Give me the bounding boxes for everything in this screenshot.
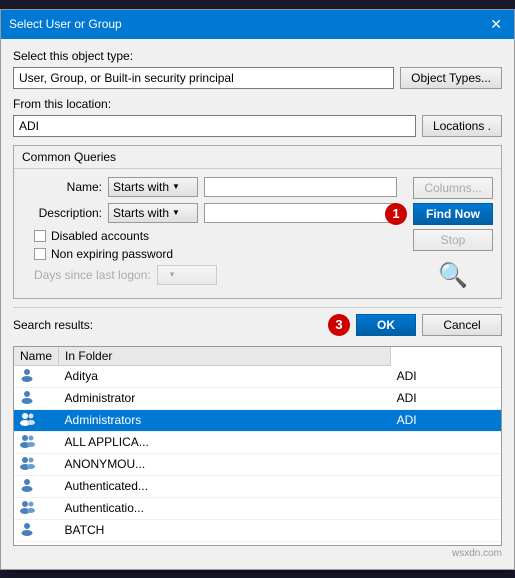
row-folder [391,431,501,453]
non-expiring-label: Non expiring password [51,247,173,261]
col-header-name: Name [14,347,59,366]
group-icon [14,453,59,475]
stop-button[interactable]: Stop [413,229,493,251]
table-row[interactable]: ANONYMOU... [14,453,501,475]
desc-dropdown-arrow: ▼ [172,208,180,217]
key-icon: 🔍 [413,261,493,290]
row-folder: ADI [391,365,501,387]
object-type-input[interactable] [13,67,394,89]
non-expiring-checkbox[interactable] [34,248,46,260]
columns-button[interactable]: Columns... [413,177,493,199]
step3-badge: 3 [328,314,350,336]
desc-starts-with-select[interactable]: Starts with ▼ [108,203,198,223]
cancel-button[interactable]: Cancel [422,314,502,336]
row-folder [391,519,501,541]
common-queries-tab[interactable]: Common Queries [14,146,501,169]
table-row[interactable]: AdministratorsADI2 [14,409,501,431]
table-row[interactable]: CONSOLE L... [14,541,501,546]
non-expiring-row: Non expiring password [34,247,397,261]
disabled-accounts-label: Disabled accounts [51,229,149,243]
row-folder [391,453,501,475]
user-icon [14,387,59,409]
row-name: ALL APPLICA... [59,431,391,453]
description-row: Description: Starts with ▼ [22,203,397,223]
dialog-title: Select User or Group [9,17,122,31]
row-name: Administrator [59,387,391,409]
search-results-label: Search results: [13,318,350,332]
left-area: Name: Starts with ▼ Description: Starts [22,177,397,290]
description-input[interactable] [204,203,397,223]
group-icon [14,409,59,431]
row-folder [391,475,501,497]
select-user-group-dialog: Select User or Group ✕ Select this objec… [0,9,515,570]
location-row: Locations . [13,115,502,137]
name-label: Name: [22,180,102,194]
user-icon [14,519,59,541]
name-input[interactable] [204,177,397,197]
group-icon [14,497,59,519]
days-since-logon-row: Days since last logon: ▼ [34,265,397,285]
location-label: From this location: [13,97,502,111]
close-button[interactable]: ✕ [486,16,506,33]
object-types-button[interactable]: Object Types... [400,67,502,89]
ok-container: 3 OK [356,314,416,336]
user-icon [14,365,59,387]
object-type-label: Select this object type: [13,49,502,63]
row-folder [391,497,501,519]
search-results-bar: Search results: 3 OK Cancel [13,307,502,342]
row-name: Aditya [59,365,391,387]
ok-button[interactable]: OK [356,314,416,336]
row-folder: ADI2 [391,409,501,431]
location-input[interactable] [13,115,416,137]
table-row[interactable]: AdityaADI [14,365,501,387]
days-select[interactable]: ▼ [157,265,217,285]
name-starts-with-select[interactable]: Starts with ▼ [108,177,198,197]
results-table-wrapper: Name In Folder AdityaADI AdministratorAD… [13,346,502,546]
right-buttons: Columns... 1 Find Now Stop 🔍 [413,177,493,290]
common-queries-tab-label: Common Queries [22,150,116,164]
dialog-body: Select this object type: Object Types...… [1,39,514,569]
table-row[interactable]: Authenticatio... [14,497,501,519]
disabled-accounts-checkbox[interactable] [34,230,46,242]
row-folder [391,541,501,546]
user-icon [14,541,59,546]
table-row[interactable]: BATCH [14,519,501,541]
step1-badge: 1 [385,203,407,225]
group-icon [14,431,59,453]
row-name: Administrators [59,409,391,431]
name-row: Name: Starts with ▼ [22,177,397,197]
days-since-logon-label: Days since last logon: [34,268,151,282]
user-icon [14,475,59,497]
find-now-container: 1 Find Now [413,203,493,225]
col-header-folder: In Folder [59,347,391,366]
common-queries-content: Name: Starts with ▼ Description: Starts [14,169,501,298]
title-bar: Select User or Group ✕ [1,10,514,39]
name-dropdown-arrow: ▼ [172,182,180,191]
results-table: Name In Folder AdityaADI AdministratorAD… [14,347,501,546]
row-name: Authenticated... [59,475,391,497]
table-row[interactable]: ALL APPLICA... [14,431,501,453]
main-area: Name: Starts with ▼ Description: Starts [22,177,493,290]
days-dropdown-arrow: ▼ [168,270,176,279]
common-queries-group: Common Queries Name: Starts with ▼ [13,145,502,299]
find-now-button[interactable]: Find Now [413,203,493,225]
row-name: Authenticatio... [59,497,391,519]
description-label: Description: [22,206,102,220]
table-row[interactable]: AdministratorADI [14,387,501,409]
row-name: ANONYMOU... [59,453,391,475]
disabled-accounts-row: Disabled accounts [34,229,397,243]
watermark: wsxdn.com [13,548,502,559]
row-name: CONSOLE L... [59,541,391,546]
row-name: BATCH [59,519,391,541]
object-type-row: Object Types... [13,67,502,89]
table-row[interactable]: Authenticated... [14,475,501,497]
row-folder: ADI [391,387,501,409]
locations-button[interactable]: Locations . [422,115,502,137]
